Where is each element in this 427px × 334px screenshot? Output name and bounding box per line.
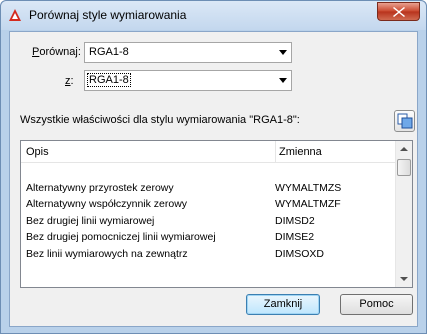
row-variable: WYMALTMZS: [275, 181, 342, 194]
row-description: Bez drugiej pomocniczej linii wymiarowej: [26, 231, 216, 243]
dialog-window: Porównaj style wymiarowania Porównaj: RG…: [0, 0, 427, 334]
scroll-down-button[interactable]: [396, 270, 412, 287]
scroll-up-button[interactable]: [396, 141, 412, 158]
compare-style-select[interactable]: RGA1-8: [84, 42, 292, 63]
table-row[interactable]: Alternatywny współczynnik zerowy WYMALTM…: [21, 196, 396, 213]
compare-style-value: RGA1-8: [89, 46, 129, 58]
close-button[interactable]: Zamknij: [246, 294, 320, 315]
column-header-description[interactable]: Opis: [26, 146, 49, 158]
with-label: z:: [65, 75, 74, 87]
table-row[interactable]: [21, 163, 396, 180]
chevron-down-icon: [279, 50, 287, 55]
close-window-button[interactable]: [377, 2, 420, 21]
help-button[interactable]: Pomoc: [340, 294, 413, 315]
dialog-body: Porównaj: RGA1-8 z: RGA1-8 Wszystkie wła…: [9, 31, 418, 327]
table-row[interactable]: Alternatywny przyrostek zerowy WYMALTMZS: [21, 180, 396, 197]
properties-heading: Wszystkie właściwości dla stylu wymiarow…: [20, 114, 300, 126]
chevron-down-icon: [279, 78, 287, 83]
row-variable: DIMSOXD: [275, 247, 325, 260]
row-description: Bez drugiej linii wymiarowej: [26, 214, 155, 227]
copy-to-clipboard-button[interactable]: [394, 110, 415, 132]
row-variable: WYMALTMZF: [275, 198, 341, 210]
row-variable: DIMSD2: [275, 214, 315, 227]
table-row[interactable]: Bez drugiej pomocniczej linii wymiarowej…: [21, 229, 396, 246]
window-title: Porównaj style wymiarowania: [29, 8, 187, 22]
row-description: Alternatywny współczynnik zerowy: [26, 198, 188, 210]
close-icon: [393, 7, 405, 17]
scroll-up-icon: [400, 147, 408, 151]
copy-icon: [397, 113, 413, 129]
row-description: Alternatywny przyrostek zerowy: [26, 181, 174, 194]
table-row[interactable]: Bez linii wymiarowych na zewnątrz DIMSOX…: [21, 246, 396, 263]
with-style-value: RGA1-8: [87, 73, 131, 87]
autocad-logo-icon: [9, 9, 21, 21]
column-divider[interactable]: [275, 141, 276, 162]
list-header: Opis Zmienna: [21, 141, 396, 163]
row-description: Bez linii wymiarowych na zewnątrz: [26, 247, 188, 260]
column-header-variable[interactable]: Zmienna: [279, 146, 322, 158]
row-variable: DIMSE2: [275, 231, 315, 243]
scroll-down-icon: [400, 277, 408, 281]
list-rows: Alternatywny przyrostek zerowy WYMALTMZS…: [21, 163, 396, 262]
vertical-scrollbar[interactable]: [395, 141, 412, 287]
title-bar[interactable]: Porównaj style wymiarowania: [1, 1, 426, 30]
table-row[interactable]: Bez drugiej linii wymiarowej DIMSD2: [21, 213, 396, 230]
scroll-thumb[interactable]: [397, 159, 411, 176]
properties-list[interactable]: Opis Zmienna Alternatywny przyrostek zer…: [20, 140, 413, 288]
with-style-select[interactable]: RGA1-8: [84, 70, 292, 91]
compare-label: Porównaj:: [32, 46, 81, 58]
